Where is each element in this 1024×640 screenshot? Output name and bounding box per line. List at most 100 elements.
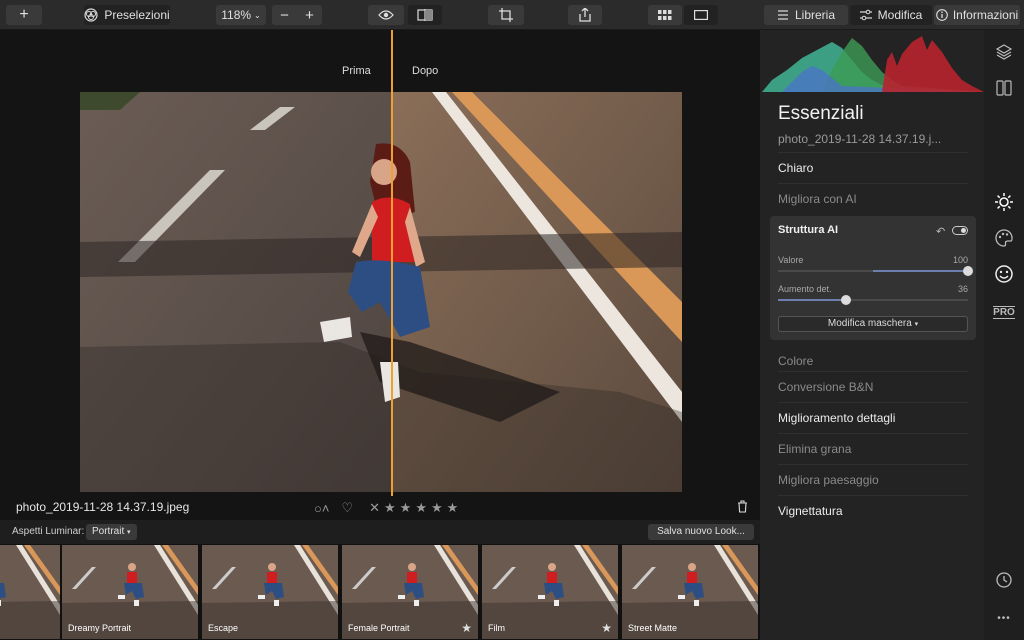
favorite-star-icon[interactable]: ★ xyxy=(461,621,472,635)
chevron-down-icon: ▾ xyxy=(127,529,131,536)
detail-slider-knob[interactable] xyxy=(841,295,851,305)
share-icon xyxy=(579,8,591,22)
eye-icon xyxy=(378,9,394,21)
tab-edit[interactable]: Modifica xyxy=(850,5,932,25)
looks-label: Aspetti Luminar: xyxy=(12,526,85,537)
star-5-icon[interactable]: ★ xyxy=(447,500,459,516)
panel-title: Essenziali xyxy=(778,103,864,124)
amount-label: Valore xyxy=(778,255,804,265)
detail-value: 36 xyxy=(957,284,968,294)
sun-icon[interactable] xyxy=(992,190,1016,214)
zoom-controls: − + xyxy=(272,5,322,25)
look-thumbnail-label: Escape xyxy=(208,623,239,633)
detail-slider[interactable] xyxy=(778,295,968,305)
look-thumbnail-label: Female Portrait xyxy=(348,623,410,633)
toggle-switch[interactable] xyxy=(952,226,968,235)
tab-library[interactable]: Libreria xyxy=(764,5,848,25)
detail-label: Aumento det. xyxy=(778,284,832,294)
preview-button[interactable] xyxy=(368,5,404,25)
looks-category-value: Portrait xyxy=(92,526,125,537)
looks-thumbnails: Dreamy Portrait Escape Female Portrait ★ Fil… xyxy=(0,544,760,640)
photo-filename: photo_2019-11-28 14.37.19.jpeg xyxy=(16,500,190,514)
edit-mask-button[interactable]: Modifica maschera ▾ xyxy=(778,316,968,332)
star-2-icon[interactable]: ★ xyxy=(400,500,412,516)
save-look-button[interactable]: Salva nuovo Look... xyxy=(648,524,754,540)
star-4-icon[interactable]: ★ xyxy=(431,500,443,516)
share-button[interactable] xyxy=(568,5,602,25)
presets-icon xyxy=(84,8,98,22)
compare-button[interactable] xyxy=(408,5,442,25)
histogram xyxy=(762,30,984,92)
amount-slider-knob[interactable] xyxy=(963,266,973,276)
look-thumbnail-label: Film xyxy=(488,623,505,633)
section-dettagli[interactable]: Miglioramento dettagli xyxy=(778,402,968,433)
panel-filename: photo_2019-11-28 14.37.19.j... xyxy=(778,132,942,146)
look-thumbnail[interactable]: Dreamy Portrait xyxy=(62,545,198,639)
add-button[interactable]: + xyxy=(6,5,42,25)
reset-icon[interactable]: ↶ xyxy=(936,225,945,238)
look-thumbnail[interactable]: Escape xyxy=(202,545,338,639)
pro-icon[interactable]: PRO xyxy=(992,300,1016,324)
heart-icon[interactable]: ♡ xyxy=(341,500,353,516)
tab-library-label: Libreria xyxy=(794,8,836,22)
tab-edit-label: Modifica xyxy=(877,8,923,22)
favorite-star-icon[interactable]: ★ xyxy=(601,621,612,635)
section-migliora-ai[interactable]: Migliora con AI xyxy=(778,183,968,214)
ai-structure-title: Struttura AI xyxy=(778,224,839,236)
before-label: Prima xyxy=(342,65,371,77)
edit-mask-label: Modifica maschera xyxy=(827,318,912,329)
top-toolbar: + Preselezioni 118% ⌄ − + Libreria Modif… xyxy=(0,0,1024,30)
zoom-in-button[interactable]: + xyxy=(305,7,314,24)
look-thumbnail[interactable] xyxy=(0,545,60,639)
compare-split-handle[interactable] xyxy=(391,30,393,496)
trash-icon[interactable] xyxy=(737,500,748,518)
history-icon[interactable] xyxy=(992,568,1016,592)
single-view-button[interactable] xyxy=(684,5,718,25)
sliders-icon xyxy=(859,9,872,21)
section-bn[interactable]: Conversione B&N xyxy=(778,371,968,402)
section-grana[interactable]: Elimina grana xyxy=(778,433,968,464)
tab-info[interactable]: Informazioni xyxy=(934,5,1020,25)
look-thumbnail[interactable]: Film ★ xyxy=(482,545,618,639)
palette-icon[interactable] xyxy=(992,226,1016,250)
pro-label: PRO xyxy=(993,305,1015,319)
plus-icon: + xyxy=(19,6,29,23)
main-photo[interactable] xyxy=(80,92,682,492)
zoom-dropdown[interactable]: 118% ⌄ xyxy=(216,5,266,25)
smile-icon[interactable] xyxy=(992,262,1016,286)
presets-button[interactable]: Preselezioni xyxy=(84,5,170,25)
look-thumbnail[interactable]: Female Portrait ★ xyxy=(342,545,478,639)
crop-button[interactable] xyxy=(488,5,524,25)
section-vignettatura[interactable]: Vignettatura xyxy=(778,495,968,526)
reject-icon[interactable]: ✕ xyxy=(369,500,380,516)
layers-icon[interactable] xyxy=(992,40,1016,64)
crop-icon xyxy=(499,8,513,22)
star-1-icon[interactable]: ★ xyxy=(384,500,396,516)
amount-value: 100 xyxy=(952,255,968,265)
info-icon xyxy=(935,9,948,21)
look-thumbnail-label: Dreamy Portrait xyxy=(68,623,132,633)
section-paesaggio[interactable]: Migliora paesaggio xyxy=(778,464,968,495)
amount-slider-fill xyxy=(873,270,968,272)
more-icon[interactable]: ••• xyxy=(992,606,1016,630)
looks-category-select[interactable]: Portrait ▾ xyxy=(86,524,137,540)
chevron-down-icon: ⌄ xyxy=(254,10,261,20)
section-chiaro[interactable]: Chiaro xyxy=(778,152,968,183)
grid-view-button[interactable] xyxy=(648,5,682,25)
zoom-out-button[interactable]: − xyxy=(280,7,289,24)
image-viewer: Prima Dopo photo_2019-11-28 14.37.19.jpe… xyxy=(0,30,760,520)
tab-info-label: Informazioni xyxy=(952,8,1019,22)
grid-icon xyxy=(658,10,672,20)
presets-label: Preselezioni xyxy=(104,8,170,22)
zoom-value: 118% xyxy=(221,8,252,22)
amount-slider[interactable] xyxy=(778,266,973,276)
compare-icon[interactable] xyxy=(992,76,1016,100)
flag-icon[interactable]: ○˄ xyxy=(314,501,329,516)
single-view-icon xyxy=(694,10,708,20)
tool-rail: PRO ••• xyxy=(984,30,1024,640)
library-icon xyxy=(777,9,789,21)
look-thumbnail[interactable]: Street Matte xyxy=(622,545,758,639)
after-label: Dopo xyxy=(412,65,439,77)
chevron-down-icon: ▾ xyxy=(914,321,919,328)
star-3-icon[interactable]: ★ xyxy=(415,500,427,516)
